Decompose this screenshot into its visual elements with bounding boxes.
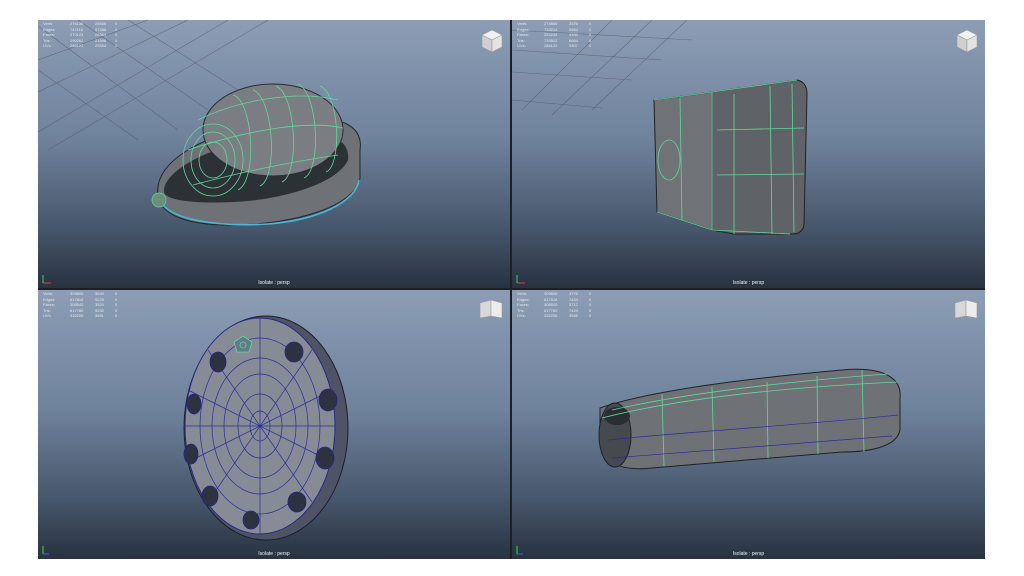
viewport-scene[interactable]: [38, 290, 510, 559]
poly-count-hud: Verts: 309806 3540 0 Edges: 617818 9229 0 Face…: [43, 291, 121, 319]
poly-count-hud: Verts: 309806 3776 0 Edges: 617818 7454 0 Face…: [517, 291, 595, 319]
view-cube-icon[interactable]: [954, 299, 978, 319]
viewport-bottom-left[interactable]: Verts: 309806 3540 0 Edges: 617818 9229 0 Face…: [38, 290, 510, 559]
hud-row-uvs: UVs: 332206 3591 0: [43, 313, 118, 319]
tube-model: [598, 368, 901, 470]
block-model: [653, 79, 808, 235]
viewport-top-left[interactable]: Verts: 276136 28558 0 Edges: 747116 57286 0 Fa…: [38, 20, 510, 288]
poly-count-hud: Verts: 276136 28558 0 Edges: 747116 57286 0 Fa…: [43, 21, 121, 49]
viewport-scene[interactable]: [512, 20, 985, 288]
viewport-bottom-right[interactable]: Verts: 309806 3776 0 Edges: 617818 7454 0 Face…: [512, 290, 985, 559]
viewport-grid: Verts: 276136 28558 0 Edges: 747116 57286 0 Fa…: [38, 20, 985, 559]
hud-row-uvs: UVs: 332206 3946 0: [517, 313, 592, 319]
view-cube-icon[interactable]: [956, 29, 978, 53]
coil-model: [151, 83, 361, 226]
camera-label: Isolate : persp: [258, 280, 290, 286]
poly-count-hud: Verts: 274866 3376 0 Edges: 733214 6664 0 Face…: [517, 21, 595, 49]
camera-label: Isolate : persp: [732, 280, 765, 286]
view-cube-icon[interactable]: [481, 29, 503, 53]
viewport-scene[interactable]: [512, 290, 985, 559]
hud-row-uvs: UVs: 286122 3307 0: [517, 43, 592, 49]
camera-label: Isolate : persp: [258, 551, 290, 557]
camera-label: Isolate : persp: [732, 551, 765, 557]
view-cube-icon[interactable]: [479, 299, 503, 319]
disc-model: [183, 315, 349, 541]
hud-row-uvs: UVs: 286122 25554 0: [43, 43, 118, 49]
bolt: [151, 192, 167, 208]
viewport-scene[interactable]: [38, 20, 510, 288]
viewport-top-right[interactable]: Verts: 274866 3376 0 Edges: 733214 6664 0 Face…: [512, 20, 985, 288]
